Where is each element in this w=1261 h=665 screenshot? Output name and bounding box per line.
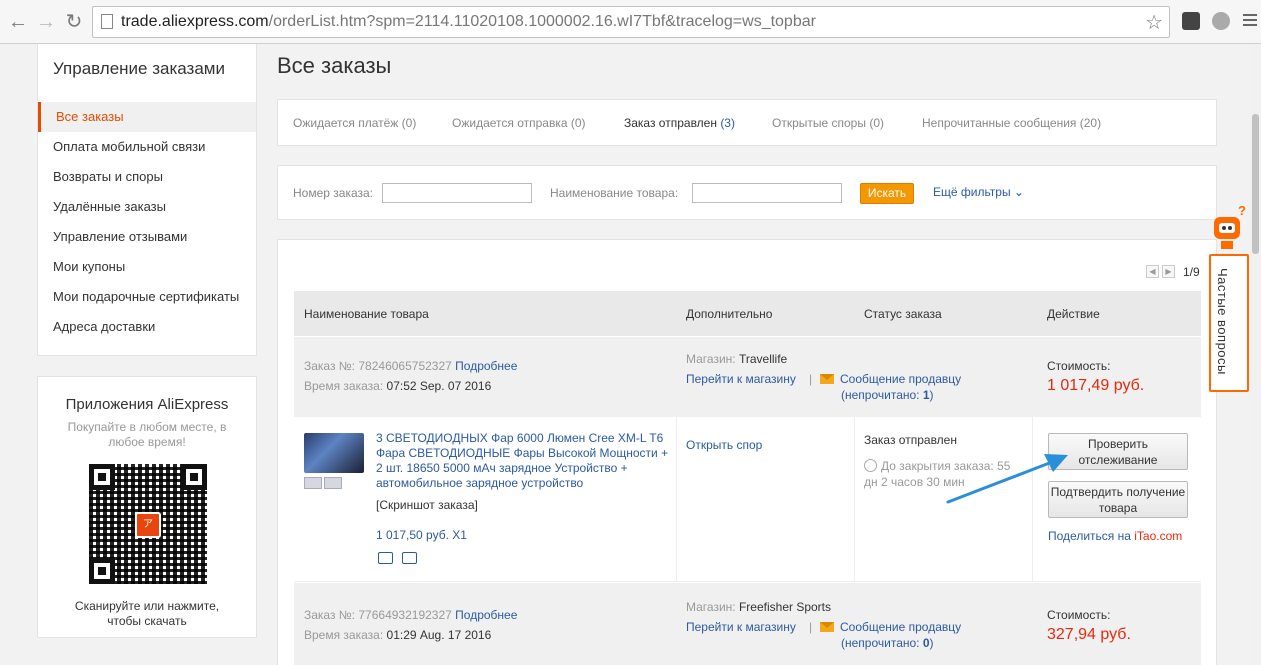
divider [854, 417, 855, 582]
qr-finder [181, 464, 207, 490]
apps-scan-text: Сканируйте или нажмите, чтобы скачать [74, 599, 220, 628]
tab-open-disputes[interactable]: Открытые споры (0) [772, 116, 884, 130]
sidebar-item-coupons[interactable]: Мои купоны [53, 252, 253, 282]
robot-icon[interactable]: ? [1210, 203, 1250, 253]
order-cost: 1 017,49 руб. [1047, 377, 1145, 394]
go-to-shop-link[interactable]: Перейти к магазину [686, 372, 796, 386]
order-details-link[interactable]: Подробнее [455, 359, 517, 373]
truck-icon[interactable] [378, 552, 393, 564]
extension-icon[interactable] [1212, 12, 1230, 30]
product-price: 1 017,50 руб. X1 [376, 528, 467, 542]
scrollbar-thumb[interactable] [1252, 114, 1259, 254]
table-header: Наименование товара Дополнительно Статус… [294, 291, 1201, 336]
order-header: Заказ №: 77664932192327 Подробнее Время … [294, 583, 1201, 665]
product-name-link[interactable]: 3 СВЕТОДИОДНЫХ Фар 6000 Люмен Cree XM-L … [376, 431, 676, 491]
col-action: Действие [1047, 307, 1100, 321]
order-number-label: Номер заказа: [293, 186, 374, 200]
sidebar-item-mobile-payment[interactable]: Оплата мобильной связи [53, 132, 253, 162]
product-name-input[interactable] [692, 183, 842, 203]
divider [676, 417, 677, 582]
sidebar-item-gift-cards[interactable]: Мои подарочные сертификаты [53, 282, 253, 312]
menu-icon[interactable] [1243, 14, 1257, 29]
prev-page-icon[interactable]: ◀ [1146, 265, 1159, 278]
message-seller-link[interactable]: Сообщение продавцу [820, 620, 961, 634]
order-time: Время заказа: 07:52 Sep. 07 2016 [304, 379, 492, 393]
apps-promo: Приложения AliExpress Покупайте в любом … [37, 376, 257, 638]
clock-icon [864, 459, 877, 472]
open-dispute-link[interactable]: Открыть спор [686, 438, 762, 452]
sidebar-title: Управление заказами [53, 59, 225, 78]
page-indicator: 1/9 [1183, 265, 1200, 279]
product-name-label: Наименование товара: [550, 186, 679, 200]
bookmark-star-icon[interactable]: ☆ [1145, 10, 1163, 35]
faq-label: Частые вопросы [1215, 268, 1230, 375]
shop-name: Магазин: Freefisher Sports [686, 600, 832, 614]
sidebar-item-refunds-disputes[interactable]: Возвраты и споры [53, 162, 253, 192]
cost-label: Стоимость: [1047, 608, 1111, 622]
share-itao-link[interactable]: Поделиться на iTao.com [1048, 529, 1182, 543]
browser-toolbar: ← → ↻ trade.aliexpress.com/orderList.htm… [0, 0, 1261, 44]
shop-name: Магазин: Travellife [686, 352, 788, 366]
order-status-tabs: Ожидается платёж (0) Ожидается отправка … [277, 99, 1217, 146]
tab-awaiting-payment[interactable]: Ожидается платёж (0) [293, 116, 416, 130]
filter-bar: Номер заказа: Наименование товара: Искат… [277, 165, 1217, 220]
search-button[interactable]: Искать [860, 183, 914, 204]
separator: | [809, 620, 813, 634]
tab-unread-messages[interactable]: Непрочитанные сообщения (20) [922, 116, 1101, 130]
product-thumbnail-extras [304, 477, 364, 491]
tab-shipped[interactable]: Заказ отправлен (3) [624, 116, 735, 130]
sidebar-item-deleted-orders[interactable]: Удалённые заказы [53, 192, 253, 222]
faq-button[interactable]: Частые вопросы [1209, 254, 1249, 392]
aliexpress-logo-icon: ア [135, 512, 161, 538]
order-header: Заказ №: 78246065752327 Подробнее Время … [294, 337, 1201, 417]
more-filters-link[interactable]: Ещё фильтры ⌄ [933, 185, 1024, 199]
svg-text:?: ? [1238, 203, 1246, 218]
chevron-down-icon: ⌄ [1013, 185, 1024, 199]
col-product: Наименование товара [304, 307, 429, 321]
unread-count[interactable]: (непрочитано: 1) [841, 388, 934, 402]
cost-label: Стоимость: [1047, 359, 1111, 373]
sidebar-item-feedback[interactable]: Управление отзывами [53, 222, 253, 252]
sidebar-item-addresses[interactable]: Адреса доставки [53, 312, 253, 342]
page-icon [101, 14, 113, 29]
envelope-icon [820, 374, 834, 384]
qr-code[interactable]: ア [89, 464, 207, 584]
url-text: trade.aliexpress.com/orderList.htm?spm=2… [121, 13, 816, 30]
order-screenshot-link[interactable]: [Скриншот заказа] [376, 498, 478, 512]
back-icon[interactable]: ← [6, 10, 30, 34]
col-additional: Дополнительно [686, 307, 773, 321]
scrollbar[interactable] [1250, 44, 1261, 665]
next-page-icon[interactable]: ▶ [1162, 265, 1175, 278]
invoice-icon[interactable] [402, 552, 417, 564]
envelope-icon [820, 622, 834, 632]
go-to-shop-link[interactable]: Перейти к магазину [686, 620, 796, 634]
forward-icon[interactable]: → [34, 10, 58, 34]
page-title: Все заказы [277, 53, 392, 78]
order-time: Время заказа: 01:29 Aug. 17 2016 [304, 628, 492, 642]
order-number: Заказ №: 77664932192327 Подробнее [304, 608, 518, 622]
apps-subtitle: Покупайте в любом месте, в любое время! [67, 420, 227, 449]
unread-count[interactable]: (непрочитано: 0) [841, 636, 934, 650]
order-details-link[interactable]: Подробнее [455, 608, 517, 622]
col-status: Статус заказа [864, 307, 942, 321]
message-seller-link[interactable]: Сообщение продавцу [820, 372, 961, 386]
product-thumbnail[interactable] [304, 433, 364, 473]
order-number: Заказ №: 78246065752327 Подробнее [304, 359, 518, 373]
reload-icon[interactable]: ↻ [62, 10, 86, 34]
order-cost: 327,94 руб. [1047, 626, 1131, 643]
address-bar[interactable]: trade.aliexpress.com/orderList.htm?spm=2… [92, 6, 1170, 38]
order-number-input[interactable] [382, 183, 532, 203]
apps-title: Приложения AliExpress [65, 396, 229, 413]
sidebar: Управление заказами Все заказы Оплата мо… [37, 44, 257, 356]
tab-awaiting-shipment[interactable]: Ожидается отправка (0) [452, 116, 586, 130]
qr-finder [89, 558, 115, 584]
evernote-icon[interactable] [1182, 12, 1200, 30]
sidebar-item-all-orders[interactable]: Все заказы [38, 102, 256, 132]
qr-finder [89, 464, 115, 490]
separator: | [809, 372, 813, 386]
annotation-arrow [946, 454, 1068, 504]
